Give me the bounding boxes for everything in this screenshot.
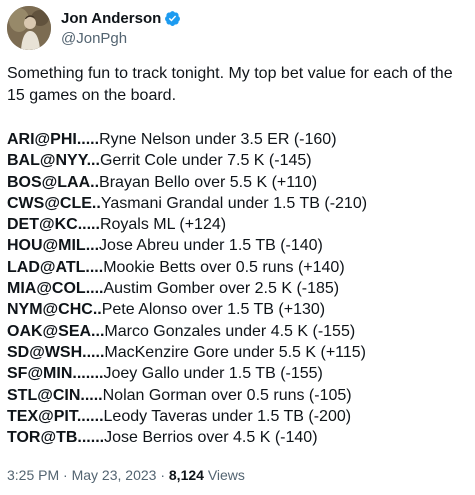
author-names: Jon Anderson @JonPgh [61,9,181,47]
bet-pick: Brayan Bello over 5.5 K (+110) [99,173,318,191]
author-name-row: Jon Anderson [61,9,181,29]
author-display-name[interactable]: Jon Anderson [61,10,161,27]
bet-game: SD@WSH..... [7,343,105,361]
tweet-meta: 3:25 PM · May 23, 2023 · 8,124 Views [7,467,245,483]
bet-pick: Mookie Betts over 0.5 runs (+140) [103,258,345,276]
bet-row: NYM@CHC..Pete Alonso over 1.5 TB (+130) [7,299,469,320]
bet-pick: Jose Berrios over 4.5 K (-140) [104,429,318,447]
views-label: Views [203,467,245,483]
bet-row: BOS@LAA..Brayan Bello over 5.5 K (+110) [7,172,469,193]
bet-pick: Royals ML (+124) [99,216,227,234]
bet-game: STL@CIN..... [7,386,103,404]
bet-pick: MacKenzire Gore under 5.5 K (+115) [104,343,367,361]
views-count[interactable]: 8,124 [169,467,204,483]
bet-pick: Ryne Nelson under 3.5 ER (-160) [99,131,337,148]
bet-game: DET@KC..... [7,216,100,234]
bet-game: LAD@ATL.... [7,258,104,276]
bet-row: SF@MIN.......Joey Gallo under 1.5 TB (-1… [7,363,469,384]
bet-pick: Austim Gomber over 2.5 K (-185) [103,280,340,298]
bet-game: HOU@MIL... [7,237,100,255]
bet-game: SF@MIN....... [7,365,104,383]
tweet-date[interactable]: May 23, 2023 [72,467,157,483]
bet-row: TEX@PIT......Leody Taveras under 1.5 TB … [7,406,469,427]
bet-game: TEX@PIT...... [7,407,104,425]
bet-row: BAL@NYY...Gerrit Cole under 7.5 K (-145) [7,150,469,171]
bet-row: SD@WSH.....MacKenzire Gore under 5.5 K (… [7,342,469,363]
bet-pick: Pete Alonso over 1.5 TB (+130) [101,301,326,319]
tweet-text: Something fun to track tonight. My top b… [7,63,469,448]
bet-row: OAK@SEA...Marco Gonzales under 4.5 K (-1… [7,321,469,342]
bet-pick: Yasmani Grandal under 1.5 TB (-210) [100,194,368,212]
bet-game: BAL@NYY... [7,152,100,170]
bets-list: ARI@PHI.....Ryne Nelson under 3.5 ER (-1… [7,129,469,448]
bet-row: MIA@COL....Austim Gomber over 2.5 K (-18… [7,278,469,299]
tweet-time[interactable]: 3:25 PM [7,467,59,483]
tweet-card: Jon Anderson @JonPgh Something fun to tr… [0,0,475,495]
bet-row: TOR@TB......Jose Berrios over 4.5 K (-14… [7,427,469,448]
bet-pick: Gerrit Cole under 7.5 K (-145) [99,152,312,170]
bet-row: CWS@CLE..Yasmani Grandal under 1.5 TB (-… [7,193,469,214]
meta-separator: · [59,467,72,483]
bet-game: NYM@CHC.. [7,301,102,319]
meta-separator: · [156,467,169,483]
bet-row: LAD@ATL....Mookie Betts over 0.5 runs (+… [7,257,469,278]
bet-pick: Joey Gallo under 1.5 TB (-155) [103,365,323,383]
author-handle[interactable]: @JonPgh [61,30,181,47]
bet-pick: Jose Abreu under 1.5 TB (-140) [99,237,323,255]
bet-game: MIA@COL.... [7,280,104,298]
bet-game: OAK@SEA... [7,322,105,340]
verified-badge-icon[interactable] [164,10,181,27]
tweet-header: Jon Anderson @JonPgh [7,6,181,50]
bet-pick: Nolan Gorman over 0.5 runs (-105) [102,386,352,404]
bet-game: ARI@PHI..... [7,131,100,148]
bet-game: CWS@CLE.. [7,194,101,212]
bet-pick: Leody Taveras under 1.5 TB (-200) [103,407,352,425]
bet-game: BOS@LAA.. [7,173,100,191]
avatar-photo-icon [7,6,51,50]
bet-row: ARI@PHI.....Ryne Nelson under 3.5 ER (-1… [7,129,469,150]
tweet-intro-text: Something fun to track tonight. My top b… [7,65,453,104]
bet-pick: Marco Gonzales under 4.5 K (-155) [104,322,356,340]
bet-game: TOR@TB...... [7,429,105,447]
bet-row: HOU@MIL...Jose Abreu under 1.5 TB (-140) [7,235,469,256]
bet-row: DET@KC.....Royals ML (+124) [7,214,469,235]
avatar[interactable] [7,6,51,50]
bet-row: STL@CIN.....Nolan Gorman over 0.5 runs (… [7,385,469,406]
